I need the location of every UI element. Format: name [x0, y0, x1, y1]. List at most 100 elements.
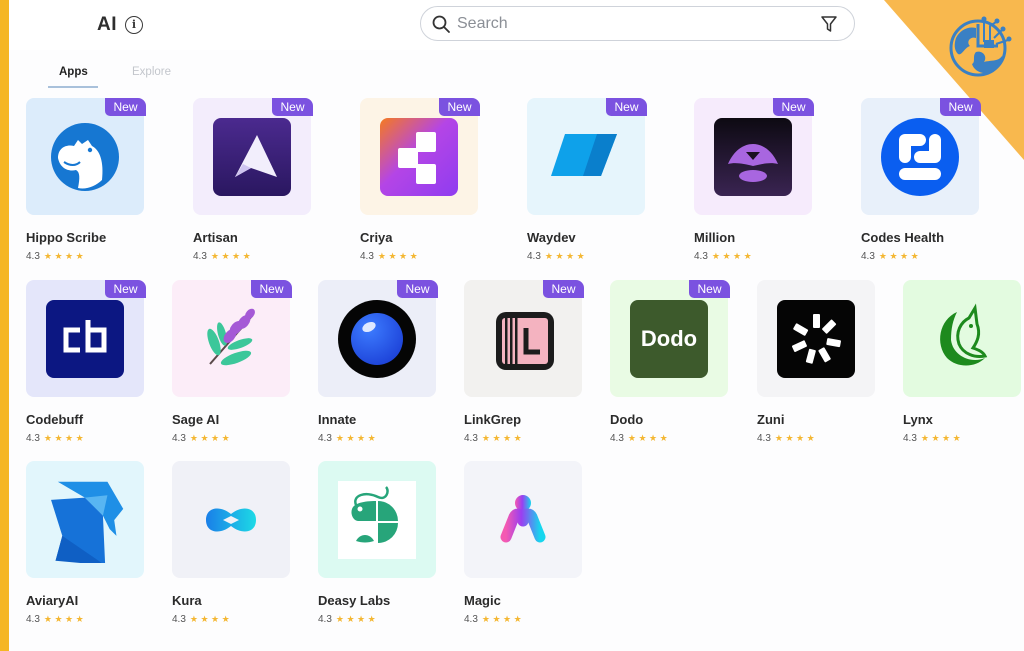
new-badge: New — [773, 98, 814, 116]
app-card-zuni[interactable]: Zuni 4.3 ★★★★ — [757, 280, 877, 450]
app-name: Codebuff — [26, 412, 84, 427]
app-rating: 4.3 ★★★★ — [26, 251, 86, 262]
star-rating-icon: ★★★★ — [481, 614, 525, 624]
app-name: LinkGrep — [464, 412, 522, 427]
info-circle-icon[interactable]: i — [125, 16, 143, 34]
rating-value: 4.3 — [318, 614, 332, 625]
app-name: Codes Health — [861, 230, 945, 245]
new-badge: New — [606, 98, 647, 116]
active-tab-indicator — [48, 86, 98, 88]
tab-apps[interactable]: Apps — [59, 66, 88, 83]
star-rating-icon: ★★★★ — [377, 251, 421, 261]
linkgrep-l-icon — [496, 312, 554, 370]
app-card-innate[interactable]: New Innate 4.3 ★★★★ — [318, 280, 438, 450]
app-rating: 4.3 ★★★★ — [464, 433, 524, 444]
app-card-dodo[interactable]: Dodo New Dodo 4.3 ★★★★ — [610, 280, 730, 450]
search-icon — [432, 15, 450, 33]
star-rating-icon: ★★★★ — [544, 251, 588, 261]
new-badge: New — [397, 280, 438, 298]
app-name: Dodo — [610, 412, 644, 427]
app-name: Million — [694, 230, 736, 245]
app-rating: 4.3 ★★★★ — [861, 251, 921, 262]
app-rating: 4.3 ★★★★ — [694, 251, 754, 262]
star-rating-icon: ★★★★ — [335, 433, 379, 443]
rating-value: 4.3 — [861, 251, 875, 262]
app-store-page: AI i Apps Explore — [0, 0, 1024, 651]
search-input[interactable] — [457, 11, 817, 37]
magic-m-icon — [500, 495, 546, 543]
app-name: Artisan — [193, 230, 238, 245]
app-rating: 4.3 ★★★★ — [172, 433, 232, 444]
app-card-kura[interactable]: Kura 4.3 ★★★★ — [172, 461, 292, 631]
rating-value: 4.3 — [360, 251, 374, 262]
app-card-linkgrep[interactable]: New LinkGrep 4.3 ★★★★ — [464, 280, 584, 450]
globe-circuit-logo-icon[interactable] — [946, 12, 1014, 80]
star-rating-icon: ★★★★ — [189, 433, 233, 443]
rating-value: 4.3 — [318, 433, 332, 444]
app-card-magic[interactable]: Magic 4.3 ★★★★ — [464, 461, 584, 631]
rating-value: 4.3 — [610, 433, 624, 444]
app-card-hippo-scribe[interactable]: New Hippo Scribe 4.3 ★★★★ — [26, 98, 146, 268]
sage-leaf-icon — [207, 308, 255, 366]
search-bar — [420, 6, 855, 41]
rating-value: 4.3 — [172, 433, 186, 444]
star-rating-icon: ★★★★ — [878, 251, 922, 261]
app-name: Magic — [464, 593, 501, 608]
app-name: AviaryAI — [26, 593, 79, 608]
innate-orb-icon — [338, 300, 416, 378]
codes-health-dots-icon — [881, 118, 959, 196]
rating-value: 4.3 — [26, 614, 40, 625]
app-card-million[interactable]: New Million 4.3 ★★★★ — [694, 98, 814, 268]
app-tile — [318, 461, 436, 578]
waydev-parallelogram-icon — [551, 134, 617, 176]
star-rating-icon: ★★★★ — [711, 251, 755, 261]
million-lion-icon — [714, 118, 792, 196]
rating-value: 4.3 — [172, 614, 186, 625]
rating-value: 4.3 — [527, 251, 541, 262]
app-rating: 4.3 ★★★★ — [26, 614, 86, 625]
filter-funnel-icon[interactable] — [820, 15, 838, 34]
app-name: Hippo Scribe — [26, 230, 107, 245]
app-card-aviaryai[interactable]: AviaryAI 4.3 ★★★★ — [26, 461, 146, 631]
app-card-deasy-labs[interactable]: Deasy Labs 4.3 ★★★★ — [318, 461, 438, 631]
new-badge: New — [251, 280, 292, 298]
star-rating-icon: ★★★★ — [43, 433, 87, 443]
app-tile — [464, 461, 582, 578]
zuni-spinner-icon — [777, 300, 855, 378]
app-rating: 4.3 ★★★★ — [610, 433, 670, 444]
app-card-criya[interactable]: New Criya 4.3 ★★★★ — [360, 98, 480, 268]
star-rating-icon: ★★★★ — [210, 251, 254, 261]
star-rating-icon: ★★★★ — [335, 614, 379, 624]
star-rating-icon: ★★★★ — [481, 433, 525, 443]
kura-infinity-icon — [206, 508, 256, 532]
app-rating: 4.3 ★★★★ — [757, 433, 817, 444]
app-card-codebuff[interactable]: New Codebuff 4.3 ★★★★ — [26, 280, 146, 450]
tab-explore[interactable]: Explore — [132, 66, 171, 83]
lynx-bird-icon — [940, 303, 988, 366]
app-name: Sage AI — [172, 412, 220, 427]
app-card-sage-ai[interactable]: New Sage AI 4.3 ★★★★ — [172, 280, 292, 450]
rating-value: 4.3 — [464, 614, 478, 625]
app-card-waydev[interactable]: New Waydev 4.3 ★★★★ — [527, 98, 647, 268]
app-rating: 4.3 ★★★★ — [172, 614, 232, 625]
rating-value: 4.3 — [903, 433, 917, 444]
app-card-artisan[interactable]: New Artisan 4.3 ★★★★ — [193, 98, 313, 268]
rating-value: 4.3 — [694, 251, 708, 262]
app-rating: 4.3 ★★★★ — [26, 433, 86, 444]
app-card-codes-health[interactable]: New Codes Health 4.3 ★★★★ — [861, 98, 981, 268]
new-badge: New — [105, 280, 146, 298]
app-name: Waydev — [527, 230, 576, 245]
star-rating-icon: ★★★★ — [920, 433, 964, 443]
app-name: Deasy Labs — [318, 593, 391, 608]
aviary-bird-icon — [51, 481, 124, 563]
app-tile — [26, 461, 144, 578]
app-card-lynx[interactable]: Lynx 4.3 ★★★★ — [903, 280, 1023, 450]
app-rating: 4.3 ★★★★ — [318, 433, 378, 444]
rating-value: 4.3 — [464, 433, 478, 444]
rating-value: 4.3 — [193, 251, 207, 262]
dodo-wordmark-icon: Dodo — [630, 300, 708, 378]
accent-strip — [0, 0, 9, 651]
new-badge: New — [543, 280, 584, 298]
app-rating: 4.3 ★★★★ — [464, 614, 524, 625]
star-rating-icon: ★★★★ — [774, 433, 818, 443]
